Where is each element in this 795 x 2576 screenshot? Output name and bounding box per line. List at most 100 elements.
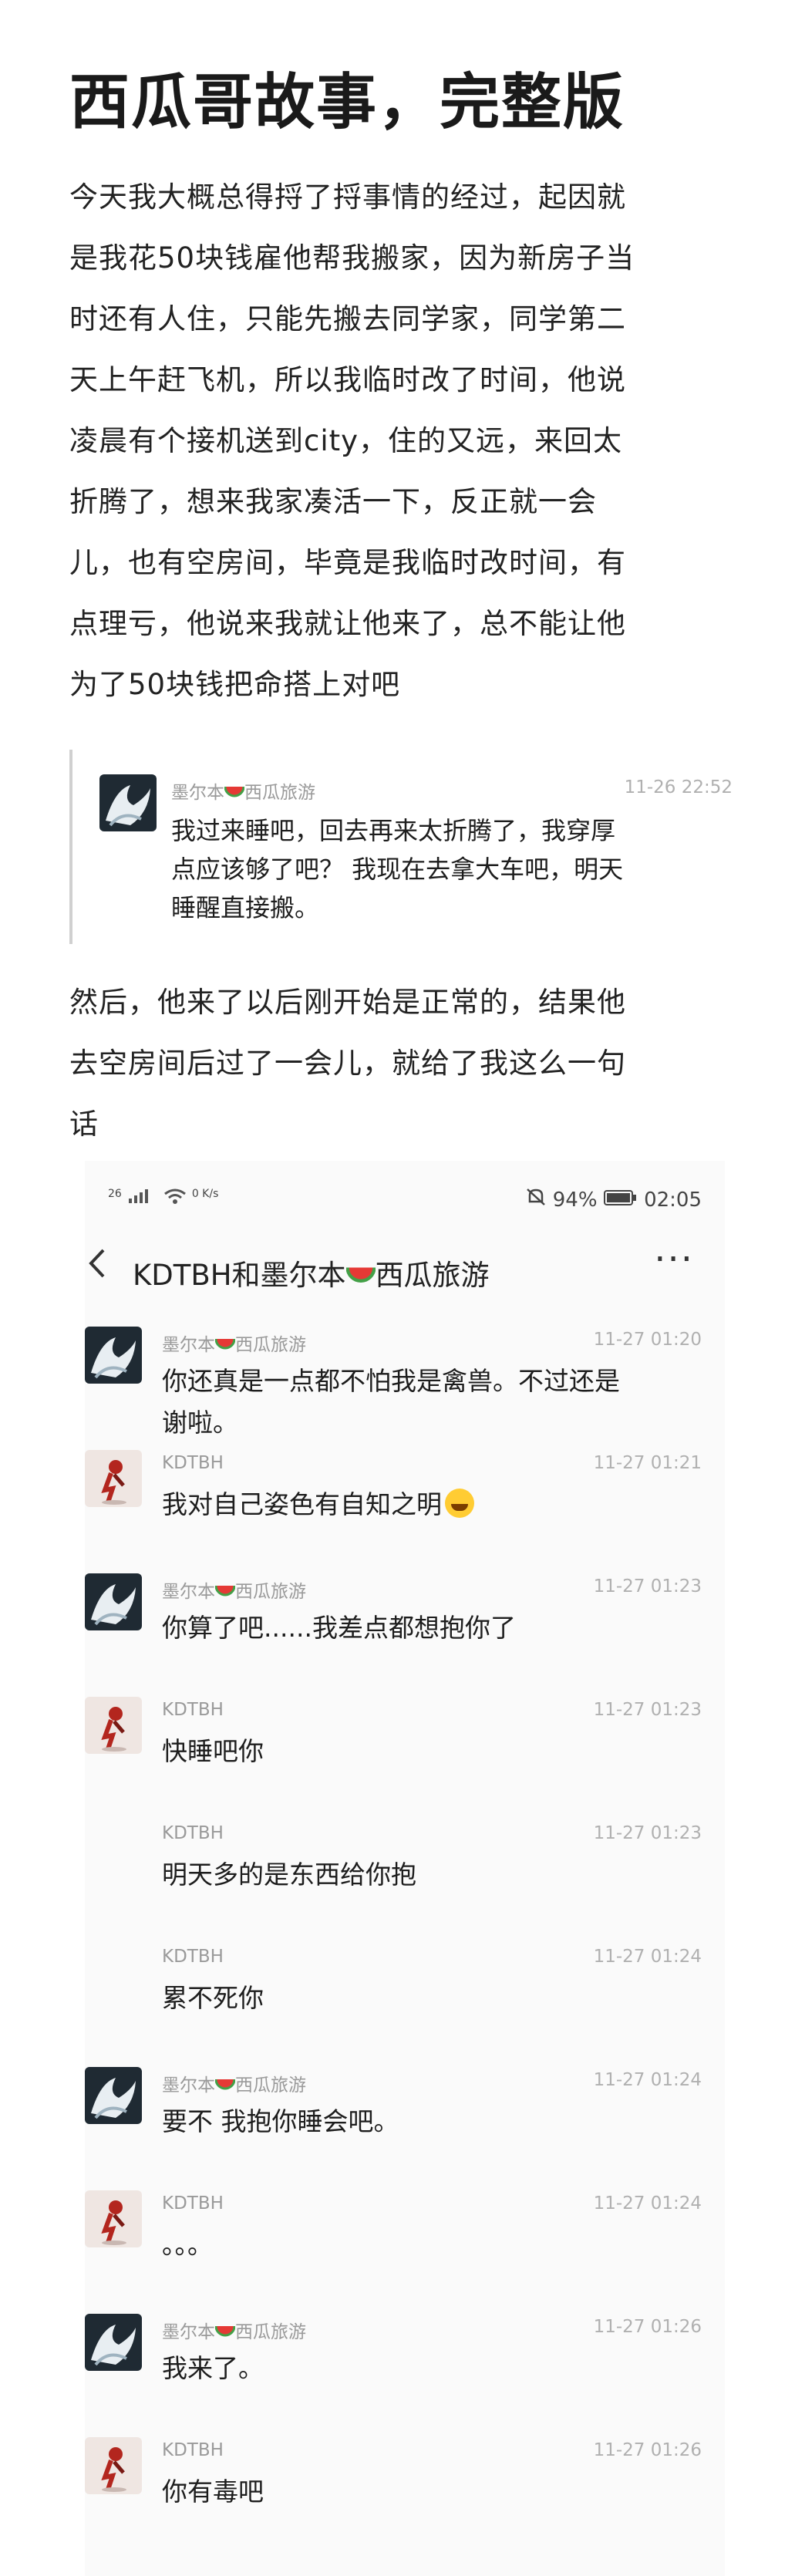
message-text: 我过来睡吧，回去再来太折腾了，我穿厚 点应该够了吧？ 我现在去拿大车吧，明天 睡…: [171, 811, 623, 927]
intro-line: 为了50块钱把命搭上对吧: [69, 668, 401, 701]
melbourne-avatar-icon: [99, 774, 157, 831]
mid-line: 话: [69, 1108, 99, 1141]
sender-name: 墨尔本 西瓜旅游: [162, 2070, 306, 2096]
sender-name-text: KDTBH: [162, 2440, 224, 2460]
chat-message: KDTBH 11-27 01:23 明天多的是东西给你抱: [85, 1820, 725, 1936]
quoted-message: 墨尔本 西瓜旅游 11-26 22:52 我过来睡吧，回去再来太折腾了，我穿厚 点…: [69, 750, 733, 944]
battery-text: 94%: [552, 1189, 598, 1212]
chat-message: 墨尔本 西瓜旅游 11-27 01:26 我来了。: [85, 2314, 725, 2429]
status-bar: 26 0 K/s 94% 02:05: [108, 1188, 702, 1219]
watermelon-icon: [215, 2325, 235, 2337]
message-line: 累不死你: [162, 1978, 264, 2019]
intro-line: 今天我大概总得捋了捋事情的经过，起因就: [69, 180, 626, 214]
message-time: 11-27 01:26: [593, 2317, 702, 2337]
message-time: 11-26 22:52: [624, 777, 733, 797]
message-line: 你有毒吧: [162, 2471, 264, 2513]
message-text: 你有毒吧: [162, 2471, 264, 2513]
chat-title: KDTBH和墨尔本 西瓜旅游: [133, 1252, 490, 1293]
sender-name: 墨尔本 西瓜旅游: [162, 2317, 306, 2343]
intro-line: 点理亏，他说来我就让他来了，总不能让他: [69, 607, 626, 640]
chat-message: 墨尔本 西瓜旅游 11-27 01:24 要不 我抱你睡会吧。: [85, 2067, 725, 2183]
sender-name: KDTBH: [162, 1453, 224, 1473]
speed-text: 0 K/s: [191, 1188, 219, 1200]
more-icon[interactable]: ···: [654, 1238, 694, 1281]
watermelon-icon: [345, 1267, 376, 1283]
sender-name: 墨尔本 西瓜旅游: [162, 1330, 306, 1356]
melbourne-avatar-icon[interactable]: [85, 2067, 142, 2124]
melbourne-avatar-icon[interactable]: [85, 1327, 142, 1384]
signal-icon: [128, 1189, 148, 1203]
message-line: 。。。: [162, 2224, 213, 2266]
message-line: 明天多的是东西给你抱: [162, 1854, 416, 1896]
chat-message: KDTBH 11-27 01:24 累不死你: [85, 1944, 725, 2059]
mid-paragraph: 然后，他来了以后刚开始是正常的，结果他 去空房间后过了一会儿，就给了我这么一句 …: [69, 972, 733, 1155]
intro-paragraph: 今天我大概总得捋了捋事情的经过，起因就 是我花50块钱雇他帮我搬家，因为新房子当…: [69, 167, 733, 715]
chevron-left-icon[interactable]: [85, 1246, 108, 1290]
melbourne-avatar-icon[interactable]: [85, 1573, 142, 1630]
message-line-text: 你还真是一点都不怕我是禽兽。不过还是: [162, 1366, 620, 1396]
signal-text: 26: [108, 1188, 122, 1200]
message-line-text: 。。。: [162, 2230, 213, 2260]
chat-message: KDTBH 11-27 01:24 。。。: [85, 2190, 725, 2306]
message-time: 11-27 01:20: [593, 1330, 702, 1350]
message-time: 11-27 01:26: [593, 2440, 702, 2460]
message-line: 我对自己姿色有自知之明: [162, 1484, 474, 1526]
sender-name-text: 墨尔本: [162, 1582, 215, 1602]
kdtbh-avatar-icon[interactable]: [85, 2190, 142, 2247]
message-line: 快睡吧你: [162, 1731, 264, 1772]
message-time: 11-27 01:24: [593, 2193, 702, 2214]
clock-text: 02:05: [644, 1189, 702, 1212]
kdtbh-avatar-icon[interactable]: [85, 1450, 142, 1507]
sender-name: KDTBH: [162, 1823, 224, 1843]
melbourne-avatar-icon[interactable]: [85, 2314, 142, 2371]
message-line: 点应该够了吧？ 我现在去拿大车吧，明天: [171, 855, 624, 884]
sender-name-text: KDTBH: [162, 1947, 224, 1967]
message-line-text: 你算了吧......我差点都想抱你了: [162, 1613, 516, 1643]
sender-name-text: KDTBH: [162, 2193, 224, 2214]
intro-line: 时还有人住，只能先搬去同学家，同学第二: [69, 302, 626, 335]
message-text: 明天多的是东西给你抱: [162, 1854, 416, 1896]
message-line-text: 快睡吧你: [162, 1736, 264, 1766]
intro-line: 折腾了，想来我家凑活一下，反正就一会: [69, 485, 597, 518]
sender-name-suffix: 西瓜旅游: [244, 783, 315, 803]
chat-header: KDTBH和墨尔本 西瓜旅游 ···: [85, 1230, 725, 1315]
message-line: 你还真是一点都不怕我是禽兽。不过还是: [162, 1360, 620, 1402]
message-line-text: 我来了。: [162, 2353, 264, 2383]
sender-name: 墨尔本 西瓜旅游: [171, 777, 315, 804]
sender-name: KDTBH: [162, 2193, 224, 2214]
sender-name-suffix: 西瓜旅游: [235, 2322, 306, 2342]
chat-message: 墨尔本 西瓜旅游 11-27 01:20 你还真是一点都不怕我是禽兽。不过还是 谢啦。: [85, 1327, 725, 1442]
message-time: 11-27 01:23: [593, 1576, 702, 1597]
message-time: 11-27 01:21: [593, 1453, 702, 1473]
message-time: 11-27 01:24: [593, 2070, 702, 2090]
sender-name-text: 墨尔本: [162, 2322, 215, 2342]
kdtbh-avatar-icon[interactable]: [85, 2437, 142, 2494]
mute-icon: [527, 1189, 546, 1205]
chat-message: 墨尔本 西瓜旅游 11-27 01:23 你算了吧......我差点都想抱你了: [85, 1573, 725, 1689]
message-line: 要不 我抱你睡会吧。: [162, 2101, 399, 2143]
sender-name: KDTBH: [162, 2440, 224, 2460]
message-text: 你还真是一点都不怕我是禽兽。不过还是 谢啦。: [162, 1360, 620, 1444]
chat-message: KDTBH 11-27 01:21 我对自己姿色有自知之明: [85, 1450, 725, 1566]
message-text: 要不 我抱你睡会吧。: [162, 2101, 399, 2143]
sender-name-text: KDTBH: [162, 1700, 224, 1720]
message-time: 11-27 01:23: [593, 1823, 702, 1843]
chat-title-text: KDTBH和墨尔本: [133, 1259, 346, 1292]
laughing-emoji-icon: [445, 1489, 474, 1518]
intro-line: 儿，也有空房间，毕竟是我临时改时间，有: [69, 546, 626, 579]
message-text: 你算了吧......我差点都想抱你了: [162, 1607, 516, 1649]
sender-name-suffix: 西瓜旅游: [235, 1582, 306, 1602]
sender-name-text: 墨尔本: [171, 783, 224, 803]
sender-name: 墨尔本 西瓜旅游: [162, 1576, 306, 1603]
message-line-text: 累不死你: [162, 1983, 264, 2013]
sender-name: KDTBH: [162, 1700, 224, 1720]
message-line-text: 要不 我抱你睡会吧。: [162, 2106, 399, 2136]
message-line: 我来了。: [162, 2348, 264, 2389]
mid-line: 然后，他来了以后刚开始是正常的，结果他: [69, 986, 626, 1019]
message-text: 累不死你: [162, 1978, 264, 2019]
article-title: 西瓜哥故事，完整版: [69, 68, 625, 137]
message-line: 你算了吧......我差点都想抱你了: [162, 1607, 516, 1649]
message-text: 我对自己姿色有自知之明: [162, 1484, 474, 1526]
message-text: 。。。: [162, 2224, 213, 2266]
kdtbh-avatar-icon[interactable]: [85, 1697, 142, 1754]
